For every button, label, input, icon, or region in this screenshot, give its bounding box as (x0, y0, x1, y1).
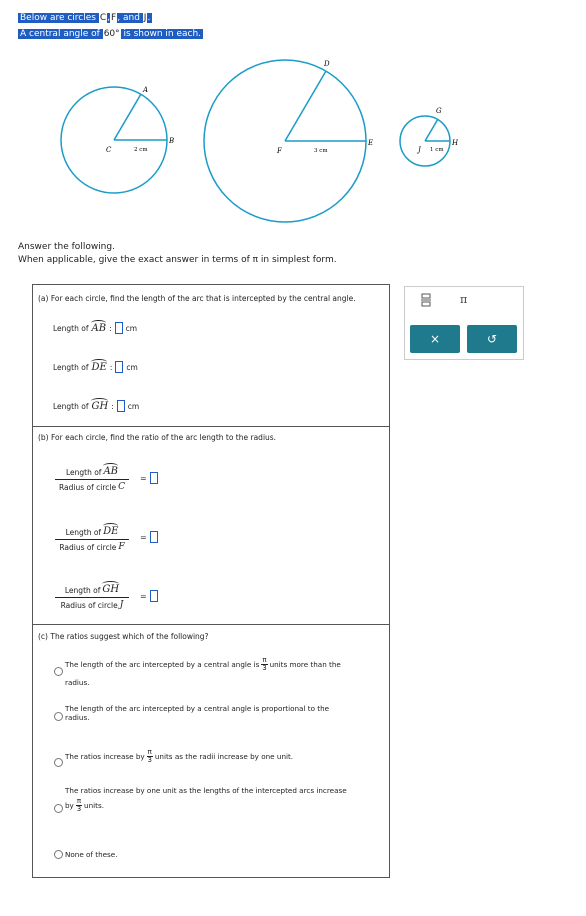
arc-gh-input[interactable] (116, 400, 125, 412)
part-a: (a) For each circle, find the length of … (33, 285, 389, 427)
circle-c: C A B 2 cm (60, 86, 174, 194)
pi-over-3: π3 (146, 748, 153, 764)
label-a: A (142, 86, 148, 94)
ratio-ab-input[interactable] (149, 472, 158, 484)
arc-length-gh-row: Length of GH: cm (53, 397, 140, 412)
ratio-ab-fraction: Length of AB Radius of circle C (55, 461, 129, 494)
ratio-de-input[interactable] (149, 531, 158, 543)
arc-length-de-row: Length of DE: cm (53, 358, 138, 373)
ratio-de-answer: = (140, 531, 158, 543)
math-tools-palette: π × ↺ (404, 286, 524, 360)
part-b-prompt: (b) For each circle, find the ratio of t… (38, 433, 277, 442)
part-c: (c) The ratios suggest which of the foll… (33, 624, 389, 877)
part-a-prompt: (a) For each circle, find the length of … (38, 294, 356, 303)
ratio-de-fraction: Length of DE Radius of circle F (55, 521, 129, 554)
option-2-text: The length of the arc intercepted by a c… (65, 704, 330, 722)
label-e: E (367, 139, 373, 147)
question-panel: (a) For each circle, find the length of … (32, 284, 390, 878)
pi-button[interactable]: π (460, 293, 467, 306)
option-1-text: The length of the arc intercepted by a c… (65, 656, 341, 688)
option-2-radio[interactable] (54, 712, 63, 721)
part-c-prompt: (c) The ratios suggest which of the foll… (38, 632, 209, 641)
option-5-radio[interactable] (54, 850, 63, 859)
instructions: Answer the following. When applicable, g… (18, 241, 337, 267)
intro-text: Below are circles C,F, and J. A central … (18, 11, 204, 41)
intro-line1: Below are circles C,F, and J. (18, 13, 153, 23)
option-3-radio[interactable] (54, 758, 63, 767)
label-b: B (168, 137, 174, 145)
option-4-radio[interactable] (54, 804, 63, 813)
label-d: D (323, 60, 330, 68)
ratio-ab-answer: = (140, 472, 158, 484)
circle-f: F D E 3 cm (203, 59, 373, 223)
option-4-text: The ratios increase by one unit as the l… (65, 786, 347, 813)
intro-line2: A central angle of 60° is shown in each. (18, 29, 204, 39)
option-5-text: None of these. (65, 850, 118, 859)
label-h: H (451, 139, 459, 147)
label-f: F (276, 147, 283, 155)
part-b: (b) For each circle, find the ratio of t… (33, 426, 389, 625)
ratio-gh-fraction: Length of GH Radius of circle J (55, 579, 129, 612)
instructions-line2: When applicable, give the exact answer i… (18, 255, 337, 265)
undo-button[interactable]: ↺ (467, 325, 517, 353)
radius-label-1cm: 1 cm (430, 147, 444, 153)
arc-length-ab-row: Length of AB: cm (53, 319, 138, 334)
radius-label-3cm: 3 cm (314, 148, 328, 154)
instructions-line1: Answer the following. (18, 242, 115, 252)
radius-label-2cm: 2 cm (134, 147, 148, 153)
option-1-radio[interactable] (54, 667, 63, 676)
option-3-text: The ratios increase by π3 units as the r… (65, 748, 294, 764)
circle-j: J G H 1 cm (399, 107, 459, 167)
label-c: C (106, 146, 112, 154)
label-j: J (416, 146, 422, 154)
circles-figure: C A B 2 cm F D E 3 cm J G H 1 cm (60, 59, 459, 223)
pi-over-3: π3 (261, 656, 268, 672)
ratio-gh-answer: = (140, 590, 158, 602)
label-g: G (436, 107, 442, 115)
fraction-icon[interactable] (421, 293, 431, 310)
clear-button[interactable]: × (410, 325, 460, 353)
arc-de-input[interactable] (115, 361, 124, 373)
ratio-gh-input[interactable] (149, 590, 158, 602)
arc-ab-input[interactable] (114, 322, 123, 334)
pi-over-3: π3 (75, 797, 83, 813)
